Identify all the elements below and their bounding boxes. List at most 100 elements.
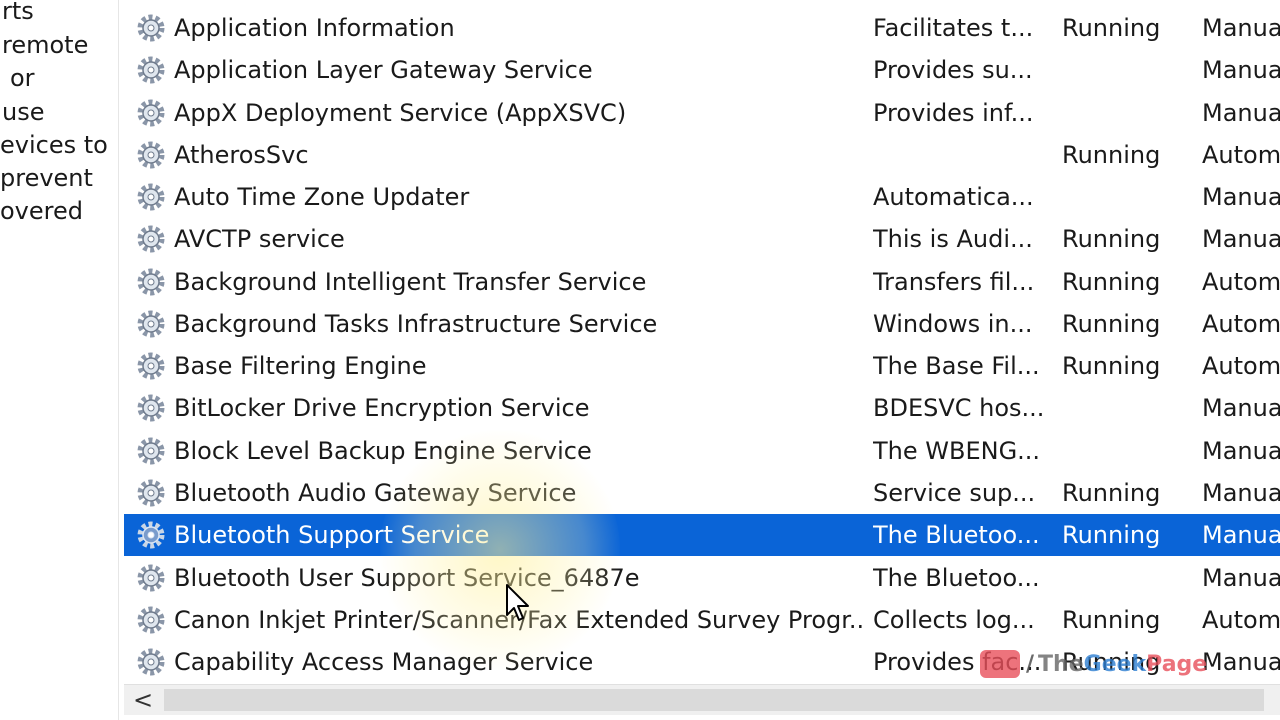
watermark-text-page: Page — [1146, 651, 1208, 677]
gear-icon — [137, 521, 165, 549]
service-row[interactable]: Auto Time Zone Updater Automatica... Man… — [124, 176, 1280, 218]
watermark-logo-icon — [980, 650, 1020, 678]
mouse-cursor-icon — [506, 584, 529, 621]
service-description: Collects log... — [873, 606, 1035, 634]
service-row[interactable]: Application Information Facilitates t...… — [124, 7, 1280, 49]
service-startup-type: Manua — [1202, 479, 1280, 507]
gear-icon — [137, 99, 165, 127]
description-line: evices to — [0, 131, 108, 159]
service-description: This is Audi... — [873, 225, 1033, 253]
service-description: Windows in... — [873, 310, 1033, 338]
service-row[interactable]: BitLocker Drive Encryption Service BDESV… — [124, 387, 1280, 429]
service-status — [1062, 557, 1182, 599]
service-description: The Bluetoo... — [873, 521, 1040, 549]
gear-icon — [137, 606, 165, 634]
gear-icon — [137, 437, 165, 465]
gear-icon — [137, 479, 165, 507]
service-startup-type: Manua — [1202, 437, 1280, 465]
gear-icon — [137, 648, 165, 676]
service-status — [1062, 430, 1182, 472]
watermark-text-geek: Geek — [1083, 651, 1147, 677]
service-status: Running — [1062, 310, 1161, 338]
service-name: Block Level Backup Engine Service — [174, 437, 592, 465]
service-name: AVCTP service — [174, 225, 345, 253]
service-name: Capability Access Manager Service — [174, 648, 594, 676]
service-row[interactable]: Bluetooth User Support Service_6487e The… — [124, 557, 1280, 599]
service-startup-type: Manua — [1202, 99, 1280, 127]
gear-icon — [137, 352, 165, 380]
service-startup-type: Autom — [1202, 310, 1280, 338]
gear-icon — [137, 141, 165, 169]
scroll-left-button[interactable]: < — [130, 685, 156, 715]
service-startup-type: Manua — [1202, 564, 1280, 592]
service-status: Running — [1062, 479, 1161, 507]
service-row[interactable]: Base Filtering Engine The Base Fil... Ru… — [124, 345, 1280, 387]
service-status: Running — [1062, 268, 1161, 296]
service-startup-type: Manua — [1202, 14, 1280, 42]
service-status: Running — [1062, 352, 1161, 380]
horizontal-scrollbar[interactable]: < — [124, 684, 1280, 715]
gear-icon — [137, 394, 165, 422]
service-name: AtherosSvc — [174, 141, 309, 169]
pane-divider[interactable] — [118, 0, 119, 720]
service-description: BDESVC hos... — [873, 394, 1045, 422]
description-line: remote — [2, 31, 89, 59]
service-row[interactable]: AVCTP service This is Audi... Running Ma… — [124, 218, 1280, 260]
service-startup-type: Manua — [1202, 225, 1280, 253]
service-row[interactable]: Canon Inkjet Printer/Scanner/Fax Extende… — [124, 599, 1280, 641]
service-description: Provides inf... — [873, 99, 1034, 127]
gear-icon — [137, 564, 165, 592]
service-status: Running — [1062, 141, 1161, 169]
service-startup-type: Manua — [1202, 56, 1280, 84]
service-description: Facilitates t... — [873, 14, 1034, 42]
watermark: / The Geek Page — [980, 648, 1207, 680]
service-name: Background Tasks Infrastructure Service — [174, 310, 658, 338]
service-description: The Base Fil... — [873, 352, 1040, 380]
service-row[interactable]: Bluetooth Audio Gateway Service Service … — [124, 472, 1280, 514]
service-row[interactable]: Background Intelligent Transfer Service … — [124, 261, 1280, 303]
service-name: BitLocker Drive Encryption Service — [174, 394, 590, 422]
service-status: Running — [1062, 606, 1161, 634]
service-name: Bluetooth Support Service — [174, 521, 490, 549]
service-name: Auto Time Zone Updater — [174, 183, 470, 211]
watermark-slash: / — [1026, 651, 1035, 677]
scrollbar-thumb[interactable] — [164, 689, 1264, 711]
service-row[interactable]: AtherosSvc Running Autom — [124, 134, 1280, 176]
gear-icon — [137, 225, 165, 253]
description-pane: rts remote or use evices to prevent over… — [0, 0, 118, 720]
service-description — [873, 134, 1045, 176]
service-name: Background Intelligent Transfer Service — [174, 268, 647, 296]
service-status: Running — [1062, 521, 1161, 549]
description-line: overed — [0, 197, 83, 225]
service-description: The Bluetoo... — [873, 564, 1040, 592]
service-description: The WBENG... — [873, 437, 1041, 465]
service-startup-type: Manua — [1202, 521, 1280, 549]
services-list[interactable]: Application Information Facilitates t...… — [124, 0, 1280, 684]
service-row[interactable]: Application Layer Gateway Service Provid… — [124, 49, 1280, 91]
service-name: Application Information — [174, 14, 455, 42]
service-name: Bluetooth Audio Gateway Service — [174, 479, 577, 507]
description-line: or — [10, 64, 35, 92]
service-description: Transfers fil... — [873, 268, 1035, 296]
service-startup-type: Manua — [1202, 183, 1280, 211]
gear-icon — [137, 183, 165, 211]
service-status — [1062, 176, 1182, 218]
description-line: rts — [2, 0, 34, 25]
service-name: Base Filtering Engine — [174, 352, 427, 380]
service-status — [1062, 92, 1182, 134]
service-status: Running — [1062, 225, 1161, 253]
service-description: Provides su... — [873, 56, 1033, 84]
service-startup-type: Manua — [1202, 394, 1280, 422]
service-startup-type: Manua — [1202, 648, 1280, 676]
service-row[interactable]: Background Tasks Infrastructure Service … — [124, 303, 1280, 345]
service-row[interactable]: AppX Deployment Service (AppXSVC) Provid… — [124, 92, 1280, 134]
description-line: use — [2, 98, 45, 126]
watermark-text-the: The — [1038, 651, 1084, 677]
description-line: prevent — [0, 164, 93, 192]
service-startup-type: Autom — [1202, 352, 1280, 380]
service-row-selected[interactable]: Bluetooth Support Service The Bluetoo...… — [124, 514, 1280, 556]
service-row[interactable]: Block Level Backup Engine Service The WB… — [124, 430, 1280, 472]
service-startup-type: Autom — [1202, 606, 1280, 634]
service-description: Service sup... — [873, 479, 1036, 507]
service-name: AppX Deployment Service (AppXSVC) — [174, 99, 627, 127]
